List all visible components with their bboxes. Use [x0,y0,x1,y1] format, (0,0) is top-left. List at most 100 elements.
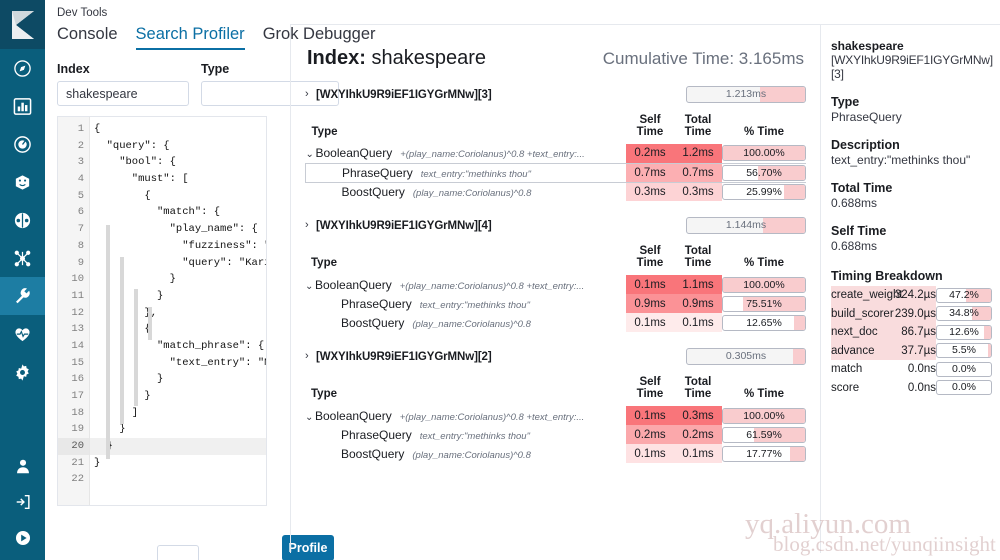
shard-header[interactable]: › [WXYIhkU9R9iEF1IGYGrMNw][3] 1.213ms [305,86,806,103]
query-type-cell[interactable]: PhraseQuery text_entry:"methinks thou" [305,425,626,444]
timing-breakdown-table: create_weight 324.2µs 47.2% build_scorer 239… [831,286,992,397]
query-row[interactable]: PhraseQuery text_entry:"methinks thou" 0.2… [305,425,806,444]
editor-line-number: 22 [71,473,84,486]
query-row[interactable]: PhraseQuery text_entry:"methinks thou" 0.7… [305,162,806,183]
sidebar-item-apm[interactable] [0,163,45,201]
chevron-down-icon[interactable]: ⌄ [306,149,316,160]
detail-shard-id: [WXYIhkU9R9iEF1IGYGrMNw][3] [831,53,993,81]
col-header-self-time: Self Time [636,376,664,400]
sidebar-item-management[interactable] [0,353,45,391]
self-time-cell: 0.1ms [626,406,674,425]
pct-time-cell: 100.00% [722,406,806,425]
breakdown-pct-bar: 5.5% [936,343,992,359]
query-description: +(play_name:Coriolanus)^0.8 +text_entry:… [399,280,585,292]
shard-header[interactable]: › [WXYIhkU9R9iEF1IGYGrMNw][2] 0.305ms [305,348,806,365]
col-header-pct-time: % Time [743,126,785,138]
shard-time-bar: 1.213ms [686,86,806,103]
editor-line-number: 4 [77,173,84,186]
breakdown-row: advance 37.7µs 5.5% [831,341,992,360]
sidebar-item-machine-learning[interactable] [0,239,45,277]
query-editor[interactable]: 1 2 3 4 5 6 7 8 9 10 11 12 13 14 15 16 17 18 19 20 21 22 { "q… [57,116,267,506]
editor-line: { [94,123,101,135]
editor-code-area[interactable]: { "query": { "bool": { "must": [ { "matc… [90,117,266,505]
self-time-cell: 0.7ms [626,162,674,183]
query-type-cell[interactable]: BoostQuery (play_name:Coriolanus)^0.8 [305,444,626,463]
editor-line-number: 21 [71,456,84,469]
query-description: text_entry:"methinks thou" [420,168,531,180]
sidebar-item-play[interactable] [0,520,45,556]
detail-total-time-label: Total Time [831,181,893,195]
query-type-cell[interactable]: BoostQuery (play_name:Coriolanus)^0.8 [306,182,627,201]
editor-line: } [119,423,126,436]
query-row[interactable]: BoostQuery (play_name:Coriolanus)^0.8 0.3m… [306,182,806,201]
sidebar-item-user[interactable] [0,448,45,484]
sidebar-item-dev-tools[interactable] [0,277,45,315]
query-type-cell[interactable]: BoostQuery (play_name:Coriolanus)^0.8 [305,313,626,332]
body-region: Index Type 12345678910111213141516171819… [45,24,1000,560]
detail-type-label: Type [831,95,860,109]
indent-guide [134,289,138,406]
chevron-right-icon[interactable]: › [305,89,316,100]
index-input[interactable] [57,81,189,106]
shard-id: [WXYIhkU9R9iEF1IGYGrMNw][4] [316,219,492,232]
sidebar-item-monitoring[interactable] [0,315,45,353]
pct-time-label: 12.65% [746,316,782,329]
query-row[interactable]: ⌄ BooleanQuery +(play_name:Coriolanus)^0.8… [306,144,806,163]
editor-line: "match": { [94,206,221,219]
query-description: text_entry:"methinks thou" [419,299,530,311]
breakdown-time: 37.7µs [884,341,936,360]
total-time-cell: 1.1ms [674,275,722,294]
pct-time-bar: 100.00% [722,145,806,162]
sidebar-item-graph[interactable] [0,201,45,239]
indent-guide [148,307,152,340]
management-gear-icon [16,363,29,381]
breakdown-pct-label: 34.8% [949,307,979,320]
editor-line-number: 1 [77,123,84,135]
editor-line: } [94,273,176,286]
query-type-cell[interactable]: PhraseQuery text_entry:"methinks thou" [305,162,626,183]
secondary-button[interactable] [157,545,199,560]
query-row[interactable]: ⌄ BooleanQuery +(play_name:Coriolanus)^0.8… [305,275,806,294]
kibana-logo[interactable] [0,0,45,49]
chevron-right-icon[interactable]: › [305,220,316,231]
sidebar-item-logout[interactable] [0,484,45,520]
pct-time-cell: 75.51% [722,294,806,313]
sidebar-item-visualize[interactable] [0,87,45,125]
results-index-name: shakespeare [371,47,486,69]
total-time-cell: 0.2ms [674,425,722,444]
tab-console[interactable]: Console [57,24,118,50]
total-time-cell: 0.7ms [674,162,722,183]
total-time-cell: 0.1ms [674,313,722,332]
query-row[interactable]: BoostQuery (play_name:Coriolanus)^0.8 0.1m… [305,444,806,463]
query-row[interactable]: BoostQuery (play_name:Coriolanus)^0.8 0.1m… [305,313,806,332]
query-type-cell[interactable]: ⌄ BooleanQuery +(play_name:Coriolanus)^0.8… [305,275,626,294]
breakdown-pct-label: 47.2% [949,288,979,301]
query-row[interactable]: PhraseQuery text_entry:"methinks thou" 0.9… [305,294,806,313]
pct-time-label: 61.59% [746,428,782,441]
editor-line-numbers: 1 2 3 4 5 6 7 8 9 10 11 12 13 14 15 16 17 18 19 20 21 22 [58,117,90,505]
query-row[interactable]: ⌄ BooleanQuery +(play_name:Coriolanus)^0.8… [305,406,806,425]
pct-time-bar: 100.00% [722,407,806,424]
query-type-cell[interactable]: ⌄ BooleanQuery +(play_name:Coriolanus)^0.8… [306,144,627,163]
tab-search-profiler[interactable]: Search Profiler [135,24,245,50]
shard-header[interactable]: › [WXYIhkU9R9iEF1IGYGrMNw][4] 1.144ms [305,217,806,234]
shard-section: › [WXYIhkU9R9iEF1IGYGrMNw][4] 1.144ms Type S… [305,217,806,332]
query-breakdown-table: Type Self Time Total Time % Time ⌄ BooleanQuery… [305,374,806,463]
shard-time-bar: 1.144ms [686,217,806,234]
results-index-prefix: Index: [307,47,366,69]
user-avatar-icon [16,459,29,474]
chevron-down-icon[interactable]: ⌄ [305,281,315,292]
sidebar-item-dashboard[interactable] [0,125,45,163]
editor-line-number: 9 [77,256,84,269]
shard-list: › [WXYIhkU9R9iEF1IGYGrMNw][3] 1.213ms Type S… [305,86,806,463]
chevron-down-icon[interactable]: ⌄ [305,412,315,423]
editor-line-number: 20 [58,438,89,455]
sidebar-item-discover[interactable] [0,49,45,87]
chevron-right-icon[interactable]: › [305,351,316,362]
query-type-cell[interactable]: ⌄ BooleanQuery +(play_name:Coriolanus)^0.8… [305,406,626,425]
results-header: Index: shakespeare Cumulative Time: 3.16… [305,41,806,70]
query-description: (play_name:Coriolanus)^0.8 [412,187,532,199]
query-description: text_entry:"methinks thou" [419,430,530,442]
breakdown-pct-label: 12.6% [949,325,979,338]
query-type-cell[interactable]: PhraseQuery text_entry:"methinks thou" [305,294,626,313]
